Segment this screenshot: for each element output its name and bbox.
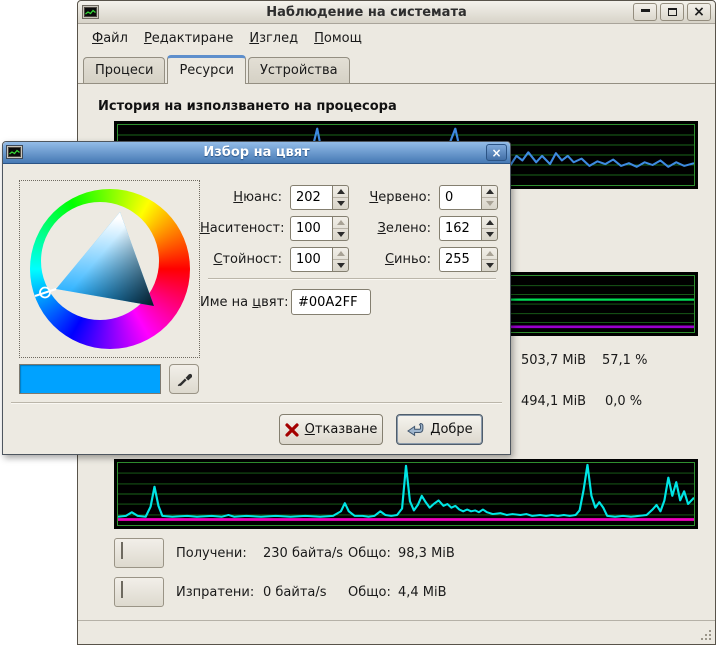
green-spinbutton bbox=[439, 216, 498, 241]
hue-spinbutton bbox=[290, 185, 349, 210]
swap-value: 494,1 MiB bbox=[521, 394, 586, 409]
blue-spinbutton bbox=[439, 247, 498, 272]
ok-button[interactable]: Добре bbox=[396, 414, 483, 445]
received-rate: 230 байта/s bbox=[263, 546, 343, 561]
maximize-button[interactable] bbox=[660, 3, 684, 21]
separator bbox=[11, 402, 502, 404]
red-spinbutton bbox=[439, 185, 498, 210]
menu-file[interactable]: Файл bbox=[84, 28, 136, 49]
red-label: Червено: bbox=[361, 190, 439, 205]
hue-spin-up[interactable] bbox=[333, 186, 348, 198]
separator bbox=[208, 278, 496, 280]
status-bar bbox=[78, 620, 715, 644]
sent-color-swatch bbox=[121, 581, 123, 598]
hue-input[interactable] bbox=[290, 185, 332, 210]
red-x-icon bbox=[285, 423, 299, 437]
color-name-label: Име на цвят: bbox=[200, 295, 290, 310]
color-wheel[interactable] bbox=[19, 180, 200, 358]
system-monitor-icon bbox=[6, 145, 23, 160]
green-spin-up[interactable] bbox=[482, 217, 497, 229]
sent-total-label: Общо: bbox=[348, 585, 391, 600]
received-color-swatch bbox=[121, 542, 123, 559]
dialog-title: Избор на цвят bbox=[27, 145, 486, 160]
dialog-titlebar[interactable]: Избор на цвят × bbox=[3, 142, 510, 164]
received-total: 98,3 MiB bbox=[398, 546, 455, 561]
close-button[interactable]: × bbox=[687, 3, 711, 21]
sent-total: 4,4 MiB bbox=[398, 585, 447, 600]
green-input[interactable] bbox=[439, 216, 481, 241]
swap-percent: 0,0 % bbox=[605, 394, 642, 409]
blue-label: Синьо: bbox=[361, 252, 439, 267]
window-title: Наблюдение на системата bbox=[103, 5, 630, 20]
maximize-icon bbox=[668, 8, 677, 16]
color-name-input[interactable] bbox=[291, 289, 371, 315]
hue-label: Нюанс: bbox=[200, 190, 290, 205]
green-spin-down[interactable] bbox=[482, 229, 497, 240]
value-label: Стойност: bbox=[200, 252, 290, 267]
value-spin-up[interactable] bbox=[333, 248, 348, 260]
memory-value: 503,7 MiB bbox=[521, 353, 586, 368]
minimize-icon bbox=[641, 9, 650, 12]
saturation-spin-up[interactable] bbox=[333, 217, 348, 229]
cancel-button-label: Отказване bbox=[305, 422, 378, 437]
blue-input[interactable] bbox=[439, 247, 481, 272]
red-input[interactable] bbox=[439, 185, 481, 210]
received-total-label: Общо: bbox=[348, 546, 391, 561]
value-spinbutton bbox=[290, 247, 349, 272]
tab-processes[interactable]: Процеси bbox=[83, 57, 165, 83]
hsv-triangle[interactable] bbox=[20, 181, 201, 359]
sent-label: Изпратени: bbox=[176, 585, 254, 600]
network-history-chart bbox=[114, 459, 698, 529]
menu-edit[interactable]: Редактиране bbox=[136, 28, 241, 49]
ok-button-label: Добре bbox=[430, 422, 472, 437]
selected-color-preview bbox=[19, 364, 161, 394]
received-label: Получени: bbox=[176, 546, 247, 561]
return-arrow-icon bbox=[406, 422, 424, 437]
saturation-label: Наситеност: bbox=[200, 221, 290, 236]
red-spin-down[interactable] bbox=[482, 198, 497, 209]
saturation-spinbutton bbox=[290, 216, 349, 241]
red-spin-up[interactable] bbox=[482, 186, 497, 198]
blue-spin-up[interactable] bbox=[482, 248, 497, 260]
tab-bar: Процеси Ресурси Устройства bbox=[78, 52, 715, 84]
value-spin-down[interactable] bbox=[333, 260, 348, 271]
value-input[interactable] bbox=[290, 247, 332, 272]
blue-spin-down[interactable] bbox=[482, 260, 497, 271]
window-titlebar[interactable]: Наблюдение на системата × bbox=[78, 1, 715, 24]
cancel-button[interactable]: Отказване bbox=[279, 414, 383, 445]
color-picker-dialog: Избор на цвят × bbox=[2, 141, 511, 455]
sent-rate: 0 байта/s bbox=[263, 585, 327, 600]
menubar: Файл Редактиране Изглед Помощ bbox=[78, 24, 715, 52]
resize-grip-icon[interactable] bbox=[699, 628, 712, 641]
sent-color-button[interactable] bbox=[114, 577, 164, 607]
menu-help[interactable]: Помощ bbox=[306, 28, 370, 49]
saturation-spin-down[interactable] bbox=[333, 229, 348, 240]
received-color-button[interactable] bbox=[114, 538, 164, 568]
memory-percent: 57,1 % bbox=[602, 353, 647, 368]
eyedropper-button[interactable] bbox=[169, 364, 199, 394]
menu-view[interactable]: Изглед bbox=[241, 28, 306, 49]
dialog-close-button[interactable]: × bbox=[486, 144, 507, 161]
hue-spin-down[interactable] bbox=[333, 198, 348, 209]
tab-resources[interactable]: Ресурси bbox=[167, 55, 246, 84]
close-icon: × bbox=[693, 5, 705, 19]
green-label: Зелено: bbox=[361, 221, 439, 236]
cpu-history-header: История на използването на процесора bbox=[98, 99, 397, 114]
system-monitor-icon bbox=[82, 5, 99, 20]
close-icon: × bbox=[491, 147, 501, 159]
minimize-button[interactable] bbox=[633, 3, 657, 21]
eyedropper-icon bbox=[176, 371, 192, 387]
tab-devices[interactable]: Устройства bbox=[248, 57, 350, 83]
saturation-input[interactable] bbox=[290, 216, 332, 241]
